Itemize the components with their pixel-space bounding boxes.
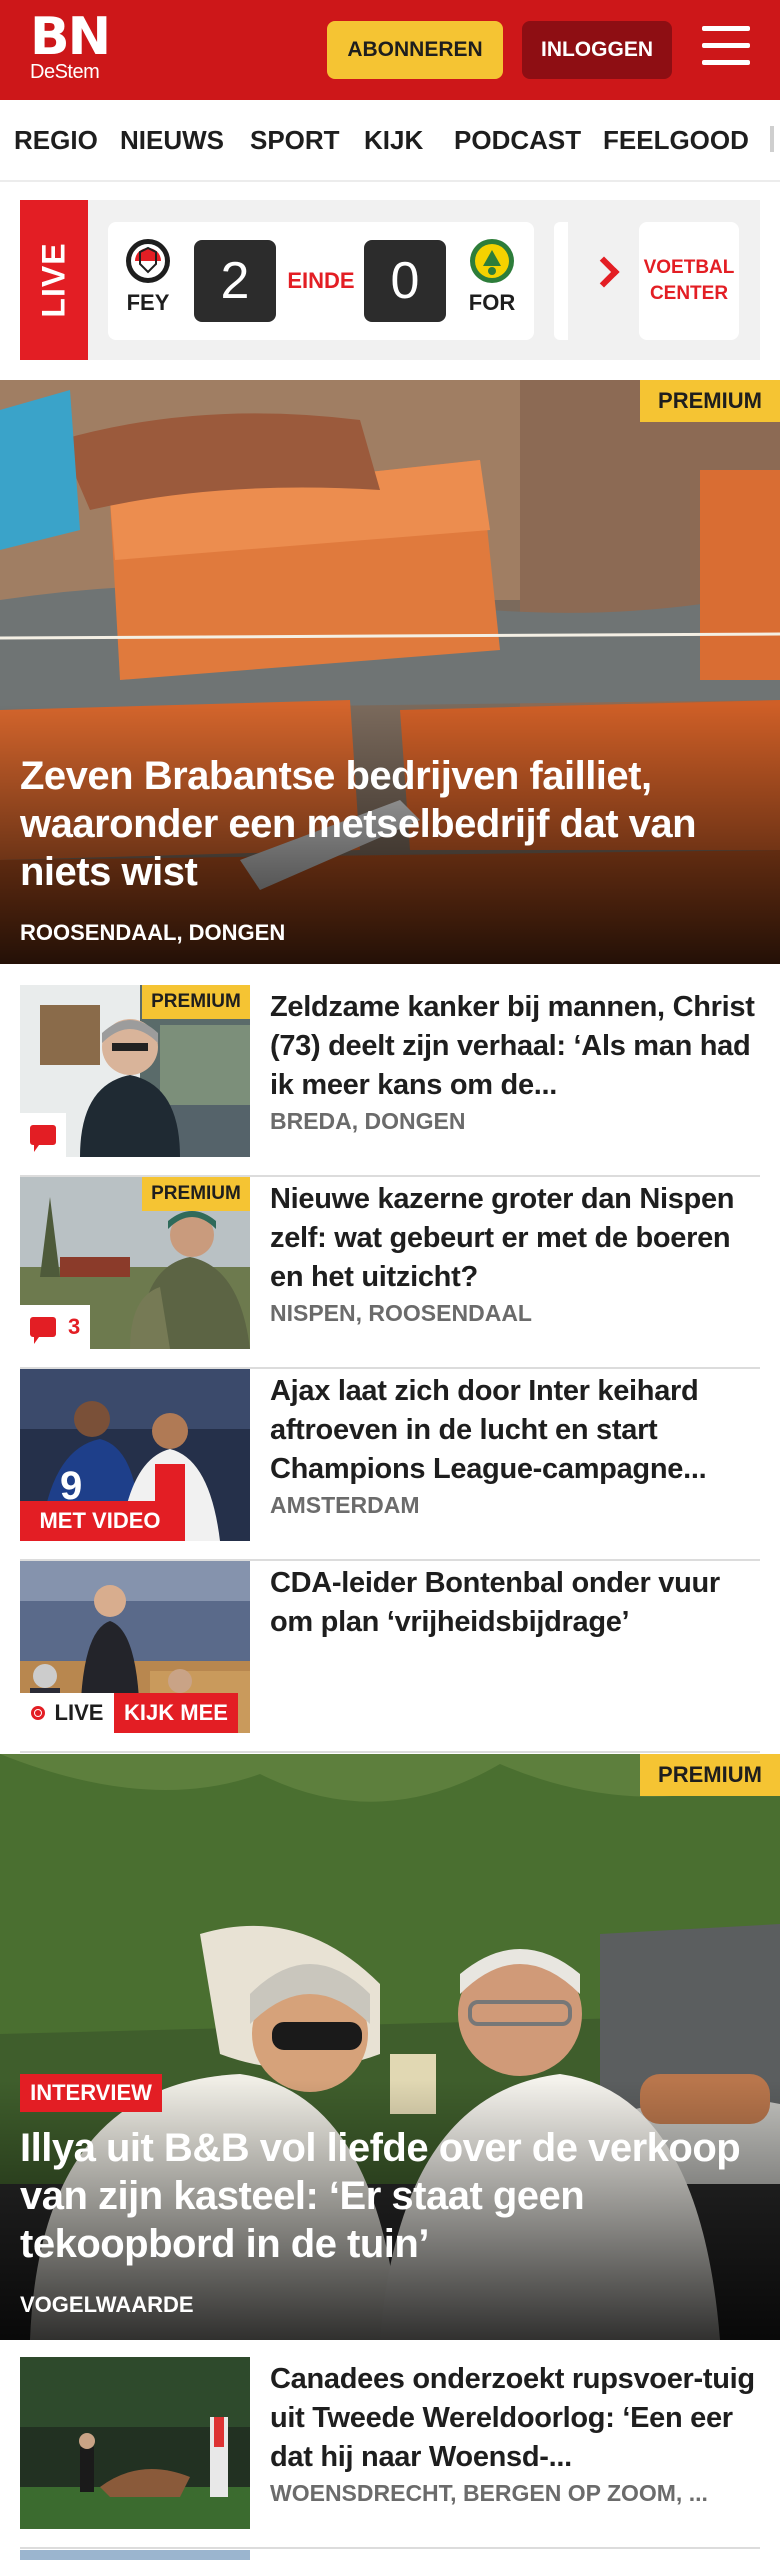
home-abbr: FEY — [126, 290, 170, 315]
nav-item-feelgood[interactable]: FEELGOOD — [603, 125, 749, 156]
list-item[interactable]: LIVE KIJK MEE CDA-leider Bontenbal onder… — [20, 1561, 760, 1753]
logo-main: BN — [30, 7, 111, 67]
next-match-card[interactable] — [554, 222, 568, 340]
logo-sub: DeStem — [30, 61, 100, 83]
list-item[interactable]: Canadees onderzoekt rupsvoer-tuig uit Tw… — [20, 2357, 760, 2549]
hero-article-2[interactable]: PREMIUM INTERVIEW Illya uit B&B vol lief… — [0, 1754, 780, 2340]
voetbal-center-button[interactable]: VOETBAL CENTER — [639, 222, 739, 340]
hero-location: VOGELWAARDE — [20, 2292, 194, 2317]
hero-location: ROOSENDAAL, DONGEN — [20, 920, 286, 945]
comment-bubble-icon — [30, 1317, 56, 1344]
nav-overflow-indicator — [770, 126, 774, 152]
live-indicator: LIVE — [20, 1693, 114, 1733]
feyenoord-badge-icon — [126, 239, 170, 283]
article-thumbnail: LIVE KIJK MEE — [20, 1561, 250, 1733]
away-club: FOR — [462, 238, 522, 316]
article-location: AMSTERDAM — [270, 1492, 420, 1518]
voetbal-center-label-2: CENTER — [649, 283, 729, 304]
home-score: 2 — [194, 240, 276, 322]
hamburger-menu-icon[interactable] — [702, 26, 750, 70]
article-title[interactable]: Canadees onderzoekt rupsvoer-tuig uit Tw… — [270, 2360, 760, 2477]
nav-item-kijk[interactable]: KIJK — [364, 125, 423, 156]
comment-bubble-icon — [30, 1125, 56, 1152]
section-nav: REGIO NIEUWS SPORT KIJK PODCAST FEELGOOD — [0, 100, 780, 182]
list-item[interactable]: PREMIUM 3 Nieuwe kazerne groter dan Nisp… — [20, 1177, 760, 1369]
away-abbr: FOR — [468, 290, 516, 315]
hero-article-1[interactable]: PREMIUM Zeven Brabantse bedrijven failli… — [0, 380, 780, 964]
nav-item-sport[interactable]: SPORT — [250, 125, 340, 156]
hero-title[interactable]: Illya uit B&B vol liefde over de verkoop… — [20, 2124, 760, 2268]
premium-badge: PREMIUM — [142, 1177, 250, 1211]
premium-badge: PREMIUM — [640, 380, 780, 422]
hero-title[interactable]: Zeven Brabantse bedrijven failliet, waar… — [20, 752, 760, 896]
site-logo[interactable]: BN DeStem — [30, 7, 111, 84]
article-title[interactable]: Zeldzame kanker bij mannen, Christ (73) … — [270, 988, 760, 1105]
nav-item-regio[interactable]: REGIO — [14, 125, 98, 156]
article-thumbnail: PREMIUM 3 — [20, 1177, 250, 1349]
article-location: BREDA, DONGEN — [270, 1108, 466, 1134]
login-button[interactable]: INLOGGEN — [522, 21, 672, 79]
live-tab: LIVE — [20, 200, 88, 360]
live-label: LIVE — [35, 242, 72, 318]
record-dot-icon — [30, 1706, 45, 1720]
live-scores-bar: LIVE FEY 2 EINDE 0 FOR VOETBAL CENTER — [20, 200, 760, 360]
fortuna-badge-icon — [470, 239, 514, 283]
comment-tag[interactable]: 3 — [20, 1305, 91, 1349]
article-location: WOENSDRECHT, BERGEN OP ZOOM, ... — [270, 2480, 708, 2506]
next-thumbnail-partial — [20, 2550, 250, 2560]
nav-item-podcast[interactable]: PODCAST — [454, 125, 581, 156]
video-tag[interactable]: MET VIDEO — [20, 1501, 180, 1541]
match-card[interactable]: FEY 2 EINDE 0 FOR — [108, 222, 534, 340]
article-thumbnail — [20, 2357, 250, 2529]
live-label: LIVE — [54, 1700, 104, 1725]
home-club: FEY — [118, 238, 178, 316]
live-watch-tag[interactable]: LIVE KIJK MEE — [20, 1693, 238, 1733]
article-title[interactable]: CDA-leider Bontenbal onder vuur om plan … — [270, 1564, 760, 1642]
article-thumbnail: 9 MET VIDEO — [20, 1369, 250, 1541]
premium-badge: PREMIUM — [142, 985, 250, 1019]
list-item[interactable]: 9 MET VIDEO Ajax laat zich door Inter ke… — [20, 1369, 760, 1561]
site-header: BN DeStem ABONNEREN INLOGGEN — [0, 0, 780, 100]
list-item[interactable]: PREMIUM Zeldzame kanker bij mannen, Chri… — [20, 985, 760, 1177]
article-title[interactable]: Ajax laat zich door Inter keihard aftroe… — [270, 1372, 760, 1489]
article-location: NISPEN, ROOSENDAAL — [270, 1300, 532, 1326]
subscribe-button[interactable]: ABONNEREN — [327, 21, 503, 79]
comment-tag[interactable] — [20, 1113, 66, 1157]
interview-tag: INTERVIEW — [20, 2074, 162, 2112]
nav-item-nieuws[interactable]: NIEUWS — [120, 125, 224, 156]
thumbnail-image — [20, 2357, 250, 2529]
article-thumbnail: PREMIUM — [20, 985, 250, 1157]
premium-badge: PREMIUM — [640, 1754, 780, 1796]
article-title[interactable]: Nieuwe kazerne groter dan Nispen zelf: w… — [270, 1180, 760, 1297]
match-status: EINDE — [287, 268, 355, 293]
chevron-right-icon[interactable] — [588, 256, 620, 288]
watch-button[interactable]: KIJK MEE — [114, 1693, 238, 1733]
away-score: 0 — [364, 240, 446, 322]
comment-count: 3 — [68, 1314, 81, 1339]
voetbal-center-label-1: VOETBAL — [643, 257, 735, 278]
